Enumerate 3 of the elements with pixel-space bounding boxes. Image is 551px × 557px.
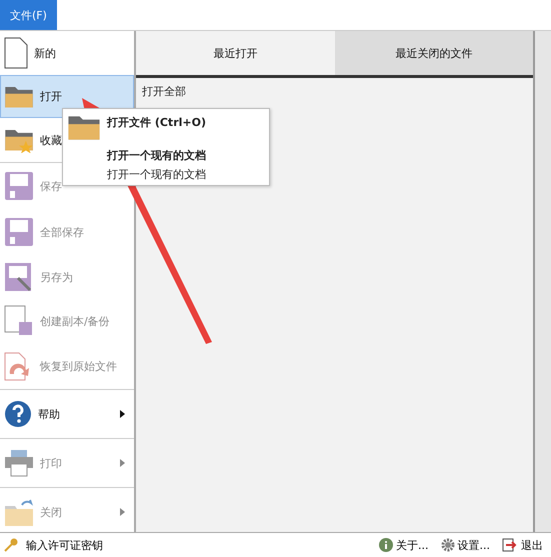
tooltip-description: 打开一个现有的文档 xyxy=(107,167,206,182)
tooltip-title: 打开文件 (Ctrl+O) xyxy=(107,115,206,130)
tooltip-heading: 打开一个现有的文档 xyxy=(107,148,206,163)
